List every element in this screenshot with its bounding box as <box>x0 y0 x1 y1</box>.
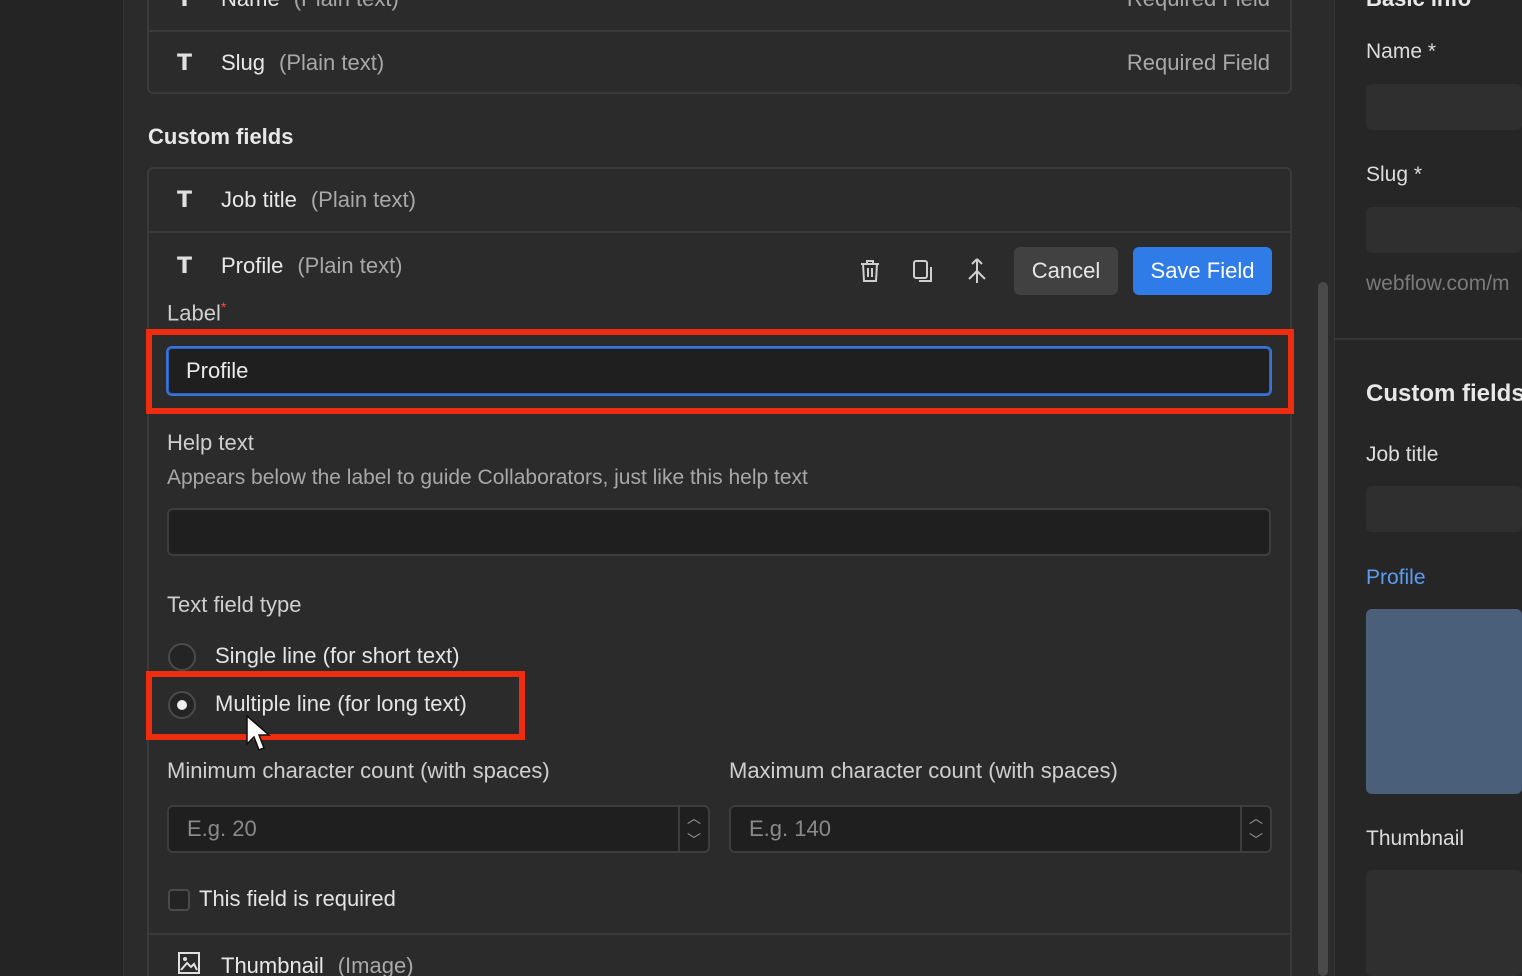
chevron-up-icon[interactable]: ︿ <box>1249 808 1263 828</box>
custom-fields-box: T Job title (Plain text) T Profile (Plai… <box>147 167 1292 976</box>
preview-job-title-input[interactable] <box>1366 486 1522 532</box>
text-type-icon: T <box>177 253 193 279</box>
preview-slug-prefix: webflow.com/m <box>1366 272 1510 295</box>
custom-fields-title: Custom fields <box>148 124 294 149</box>
field-requirement: Required Field <box>1126 50 1270 75</box>
field-requirement: Required Field <box>1127 0 1270 12</box>
label-text: Label <box>167 300 221 326</box>
min-count-stepper[interactable]: ︿ ﹀ <box>678 807 708 851</box>
text-type-icon: T <box>177 0 207 12</box>
scrollbar-thumb[interactable] <box>1318 282 1328 976</box>
default-fields-box: T Name (Plain text) Required Field T Slu… <box>147 0 1292 94</box>
min-count-placeholder: E.g. 20 <box>187 816 257 841</box>
left-margin <box>0 0 124 976</box>
preview-custom-fields-title: Custom fields <box>1366 380 1522 407</box>
field-type: (Image) <box>337 953 414 976</box>
field-row-thumbnail[interactable]: Thumbnail (Image) <box>149 935 1290 976</box>
max-count-placeholder: E.g. 140 <box>749 816 831 841</box>
preview-profile-textarea[interactable] <box>1366 609 1522 794</box>
delete-icon[interactable] <box>853 254 887 288</box>
field-type: (Plain text) <box>294 0 399 12</box>
field-name: Slug <box>221 50 266 75</box>
field-name: Profile <box>221 253 284 278</box>
preview-job-title-label: Job title <box>1366 443 1439 466</box>
field-name: Name <box>221 0 280 12</box>
preview-basic-info-title: Basic info <box>1366 0 1471 12</box>
save-field-button[interactable]: Save Field <box>1133 247 1272 295</box>
required-marker: * <box>220 299 227 315</box>
field-row-name[interactable]: T Name (Plain text) Required Field <box>149 0 1290 30</box>
text-field-type-label: Text field type <box>167 592 302 617</box>
field-row-slug[interactable]: T Slug (Plain text) Required Field <box>149 32 1290 94</box>
label-input-highlight <box>146 329 1294 414</box>
max-count-label: Maximum character count (with spaces) <box>729 758 1118 783</box>
field-row-job-title[interactable]: T Job title (Plain text) <box>149 169 1290 231</box>
label-field-label: Label* <box>167 299 226 326</box>
chevron-down-icon[interactable]: ﹀ <box>1249 830 1263 850</box>
field-name: Thumbnail <box>221 953 324 976</box>
chevron-down-icon[interactable]: ﹀ <box>687 830 701 850</box>
preview-slug-input[interactable] <box>1366 207 1522 253</box>
min-count-input[interactable]: E.g. 20 ︿ ﹀ <box>167 805 710 853</box>
preview-name-input[interactable] <box>1366 84 1522 130</box>
max-count-input[interactable]: E.g. 140 ︿ ﹀ <box>729 805 1272 853</box>
duplicate-icon[interactable] <box>906 254 940 288</box>
preview-name-label: Name * <box>1366 40 1437 63</box>
field-type: (Plain text) <box>297 253 403 278</box>
multiple-line-highlight <box>146 671 525 740</box>
radio-single-line-label[interactable]: Single line (for short text) <box>215 643 460 669</box>
preview-profile-label: Profile <box>1366 566 1426 589</box>
radio-single-line[interactable] <box>168 643 196 671</box>
required-checkbox-label[interactable]: This field is required <box>199 886 396 912</box>
preview-thumbnail-label: Thumbnail <box>1366 827 1465 850</box>
text-type-icon: T <box>177 50 193 76</box>
preview-slug-label: Slug * <box>1366 163 1423 186</box>
preview-divider <box>1334 338 1522 340</box>
text-type-icon: T <box>177 187 193 213</box>
min-count-label: Minimum character count (with spaces) <box>167 758 550 783</box>
help-text-description: Appears below the label to guide Collabo… <box>167 466 808 489</box>
required-checkbox[interactable] <box>168 889 190 911</box>
field-row-profile[interactable]: T Profile (Plain text) <box>149 235 1290 297</box>
max-count-stepper[interactable]: ︿ ﹀ <box>1240 807 1270 851</box>
image-type-icon <box>177 951 207 976</box>
row-divider <box>149 231 1290 233</box>
help-text-label: Help text <box>167 430 254 455</box>
chevron-up-icon[interactable]: ︿ <box>687 808 701 828</box>
field-type: (Plain text) <box>279 50 385 75</box>
cancel-button[interactable]: Cancel <box>1014 247 1118 295</box>
help-text-input[interactable] <box>167 508 1271 556</box>
field-type: (Plain text) <box>310 187 416 212</box>
field-name: Job title <box>221 187 297 212</box>
preview-thumbnail-upload[interactable] <box>1366 870 1522 976</box>
mouse-cursor-icon <box>244 714 272 759</box>
move-icon[interactable] <box>960 254 994 288</box>
